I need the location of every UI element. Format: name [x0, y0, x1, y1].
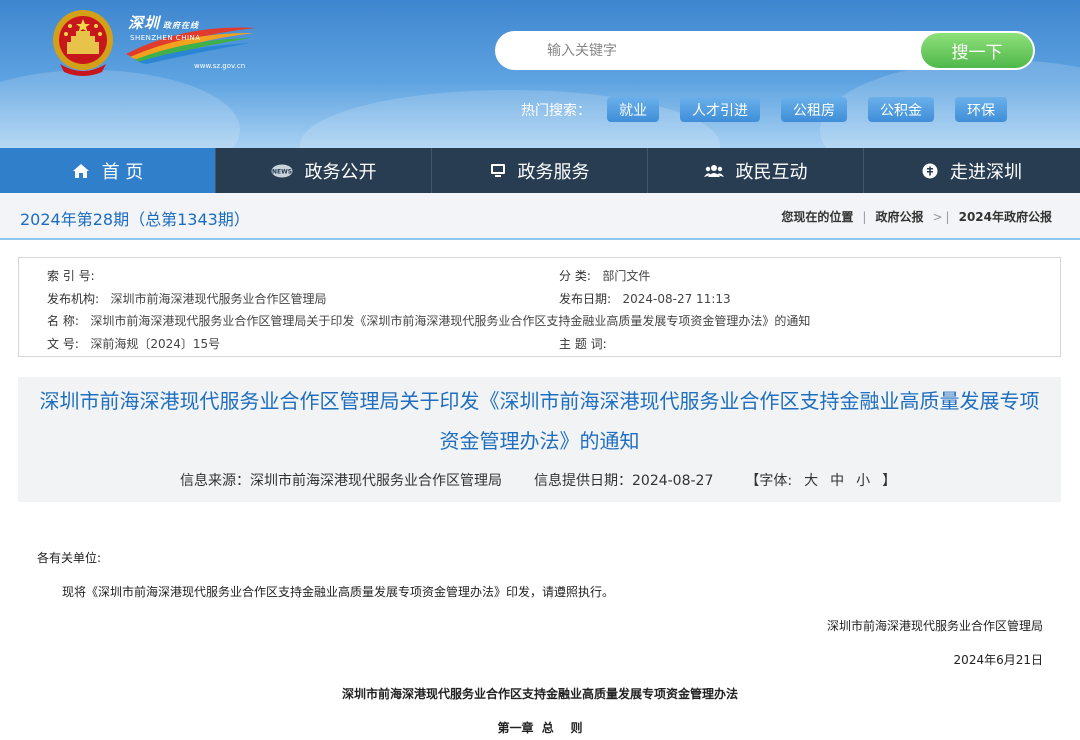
search-box: 搜一下: [495, 31, 1035, 70]
nav-item-about-shenzhen[interactable]: 走进深圳: [864, 148, 1080, 193]
logo-en-name: SHENZHEN CHINA: [130, 34, 201, 42]
logo-url: www.sz.gov.cn: [194, 62, 246, 70]
breadcrumb-separator: >: [932, 209, 943, 224]
font-size-close: 】: [882, 473, 897, 489]
nav-item-label: 政民互动: [735, 161, 808, 183]
article-greeting: 各有关单位:: [37, 551, 102, 565]
meta-publish-date: 发布日期: 2024-08-27 11:13: [559, 292, 731, 306]
font-size-label: 【字体:: [745, 473, 793, 489]
meta-name: 名 称: 深圳市前海深港现代服务业合作区管理局关于印发《深圳市前海深港现代服务业…: [47, 314, 811, 328]
hot-tag-employment[interactable]: 就业: [607, 97, 659, 122]
issue-bar: 2024年第28期（总第1343期） 您现在的位置 | 政府公报 > | 202…: [0, 193, 1080, 240]
meta-keywords: 主 题 词:: [559, 337, 607, 351]
search-input[interactable]: [495, 31, 925, 70]
nav-item-government-services[interactable]: 政务服务: [432, 148, 648, 193]
info-icon: [922, 163, 938, 179]
hot-tag-public-housing[interactable]: 公租房: [781, 97, 847, 122]
main-nav: 首 页 NEWS 政务公开 政务服务 政民互动 走进深圳: [0, 148, 1080, 193]
article-info: 信息来源：深圳市前海深港现代服务业合作区管理局 信息提供日期：2024-08-2…: [18, 470, 1061, 490]
breadcrumb-gazette[interactable]: 政府公报: [875, 208, 923, 225]
monitor-icon: [490, 163, 506, 178]
breadcrumb-prefix: 您现在的位置: [781, 210, 854, 224]
nav-item-public-interaction[interactable]: 政民互动: [648, 148, 864, 193]
breadcrumb-divider: |: [862, 209, 867, 224]
font-size-small-button[interactable]: 小: [856, 470, 870, 490]
national-emblem-logo: [50, 8, 116, 76]
meta-publisher: 发布机构: 深圳市前海深港现代服务业合作区管理局: [47, 292, 327, 306]
article-title-block: 深圳市前海深港现代服务业合作区管理局关于印发《深圳市前海深港现代服务业合作区支持…: [18, 377, 1061, 502]
breadcrumb-gazette-2024[interactable]: 2024年政府公报: [959, 208, 1052, 225]
article-source: 信息来源：深圳市前海深港现代服务业合作区管理局: [180, 473, 502, 489]
nav-item-home[interactable]: 首 页: [0, 148, 216, 193]
font-size-medium-button[interactable]: 中: [830, 470, 844, 490]
users-icon: [703, 164, 724, 178]
hot-search-label: 热门搜索：: [521, 102, 591, 119]
article-paragraph: 现将《深圳市前海深港现代服务业合作区支持金融业高质量发展专项资金管理办法》印发，…: [62, 585, 615, 599]
logo-ribbon-icon: [126, 27, 256, 64]
banner-cloud: [0, 70, 240, 148]
nav-item-label: 政务服务: [517, 161, 590, 183]
site-logo[interactable]: 深圳 政府在线 SHENZHEN CHINA www.sz.gov.cn: [124, 12, 258, 74]
hot-search: 热门搜索： 就业 人才引进 公租房 公积金 环保: [521, 96, 1028, 123]
chapter-title: 第一章 总 则: [497, 721, 583, 735]
nav-item-label: 政务公开: [304, 161, 377, 183]
breadcrumb-divider: |: [945, 209, 950, 224]
nav-item-label: 走进深圳: [950, 161, 1022, 183]
breadcrumb: 您现在的位置 | 政府公报 > | 2024年政府公报: [781, 208, 1052, 225]
meta-doc-number: 文 号: 深前海规〔2024〕15号: [47, 337, 221, 351]
header-banner: 深圳政府在线 SHENZHEN CHINA www.sz.gov.cn 搜一下 …: [0, 0, 1080, 148]
news-icon: NEWS: [271, 164, 293, 178]
hot-tag-environment[interactable]: 环保: [955, 97, 1007, 122]
font-size-large-button[interactable]: 大: [804, 470, 818, 490]
home-icon: [72, 163, 90, 179]
article-signature: 深圳市前海深港现代服务业合作区管理局: [826, 619, 1043, 633]
article-provide-date: 信息提供日期：2024-08-27: [534, 473, 714, 489]
article-sign-date: 2024年6月21日: [953, 653, 1043, 667]
attachment-title: 深圳市前海深港现代服务业合作区支持金融业高质量发展专项资金管理办法: [341, 687, 738, 701]
hot-tag-talent[interactable]: 人才引进: [680, 97, 760, 122]
meta-index: 索 引 号:: [47, 269, 95, 283]
search-button[interactable]: 搜一下: [921, 33, 1033, 68]
document-meta-table: 索 引 号: 分 类: 部门文件 发布机构: 深圳市前海深港现代服务业合作区管理…: [18, 257, 1061, 357]
article-title: 深圳市前海深港现代服务业合作区管理局关于印发《深圳市前海深港现代服务业合作区支持…: [39, 389, 1040, 453]
hot-tag-housing-fund[interactable]: 公积金: [868, 97, 934, 122]
nav-item-label: 首 页: [101, 161, 144, 183]
nav-item-government-affairs[interactable]: NEWS 政务公开: [216, 148, 432, 193]
svg-text:NEWS: NEWS: [271, 168, 291, 175]
meta-category: 分 类: 部门文件: [559, 269, 651, 283]
issue-title: 2024年第28期（总第1343期）: [20, 210, 250, 229]
